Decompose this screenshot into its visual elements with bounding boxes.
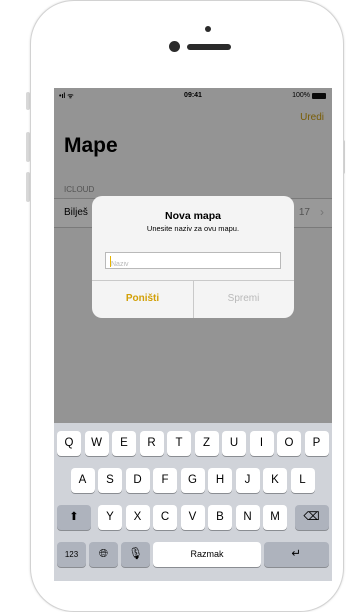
new-folder-alert: Nova mapa Unesite naziv za ovu mapu. Pon… — [92, 196, 294, 318]
key-s[interactable]: S — [98, 468, 122, 493]
key-e[interactable]: E — [112, 431, 136, 456]
key-u[interactable]: U — [222, 431, 246, 456]
alert-message: Unesite naziv za ovu mapu. — [146, 224, 240, 233]
key-b[interactable]: B — [208, 505, 232, 530]
alert-title: Nova mapa — [164, 210, 222, 222]
key-p[interactable]: P — [304, 431, 329, 456]
key-n[interactable]: N — [235, 505, 260, 530]
keyboard: Q W E R T Z U I O P A S D F G H J K L ⬆ … — [54, 423, 332, 581]
folder-name-input[interactable] — [106, 257, 280, 272]
text-caret — [110, 256, 111, 267]
backspace-key[interactable]: ⌫ — [294, 505, 329, 530]
key-x[interactable]: X — [125, 505, 150, 530]
key-g[interactable]: G — [180, 468, 205, 493]
microphone-icon: 🎙︎ — [128, 548, 143, 560]
space-key[interactable]: Razmak — [153, 542, 261, 567]
backspace-icon: ⌫ — [303, 511, 320, 523]
microphone-key[interactable]: 🎙︎ — [121, 542, 150, 567]
key-t[interactable]: T — [167, 431, 191, 456]
globe-icon: 🌐︎ — [98, 548, 109, 560]
return-key[interactable]: ↵ — [264, 542, 329, 567]
save-button[interactable]: Spremi — [193, 280, 294, 318]
key-i[interactable]: I — [249, 431, 274, 456]
front-sensor — [205, 26, 211, 32]
screen: •ıl ᯤ 09:41 100% Uredi Mape ICLOUD Bilje… — [54, 88, 332, 581]
key-j[interactable]: J — [235, 468, 260, 493]
key-h[interactable]: H — [208, 468, 232, 493]
key-z[interactable]: Z — [194, 431, 219, 456]
key-w[interactable]: W — [84, 431, 109, 456]
key-l[interactable]: L — [290, 468, 315, 493]
key-v[interactable]: V — [180, 505, 205, 530]
earpiece-speaker — [187, 44, 231, 50]
return-icon: ↵ — [291, 548, 302, 560]
globe-key[interactable]: 🌐︎ — [89, 542, 118, 567]
shift-icon: ⬆ — [69, 511, 79, 523]
front-camera — [169, 41, 180, 52]
folder-name-field[interactable] — [105, 252, 281, 272]
shift-key[interactable]: ⬆ — [57, 505, 91, 530]
key-y[interactable]: Y — [98, 505, 122, 530]
key-r[interactable]: R — [139, 431, 164, 456]
cancel-button[interactable]: Poništi — [92, 280, 193, 318]
key-k[interactable]: K — [263, 468, 287, 493]
key-d[interactable]: D — [125, 468, 150, 493]
key-f[interactable]: F — [153, 468, 177, 493]
key-q[interactable]: Q — [57, 431, 81, 456]
key-o[interactable]: O — [277, 431, 301, 456]
key-a[interactable]: A — [70, 468, 95, 493]
key-c[interactable]: C — [153, 505, 177, 530]
numbers-key[interactable]: 123 — [57, 542, 86, 567]
key-m[interactable]: M — [263, 505, 287, 530]
